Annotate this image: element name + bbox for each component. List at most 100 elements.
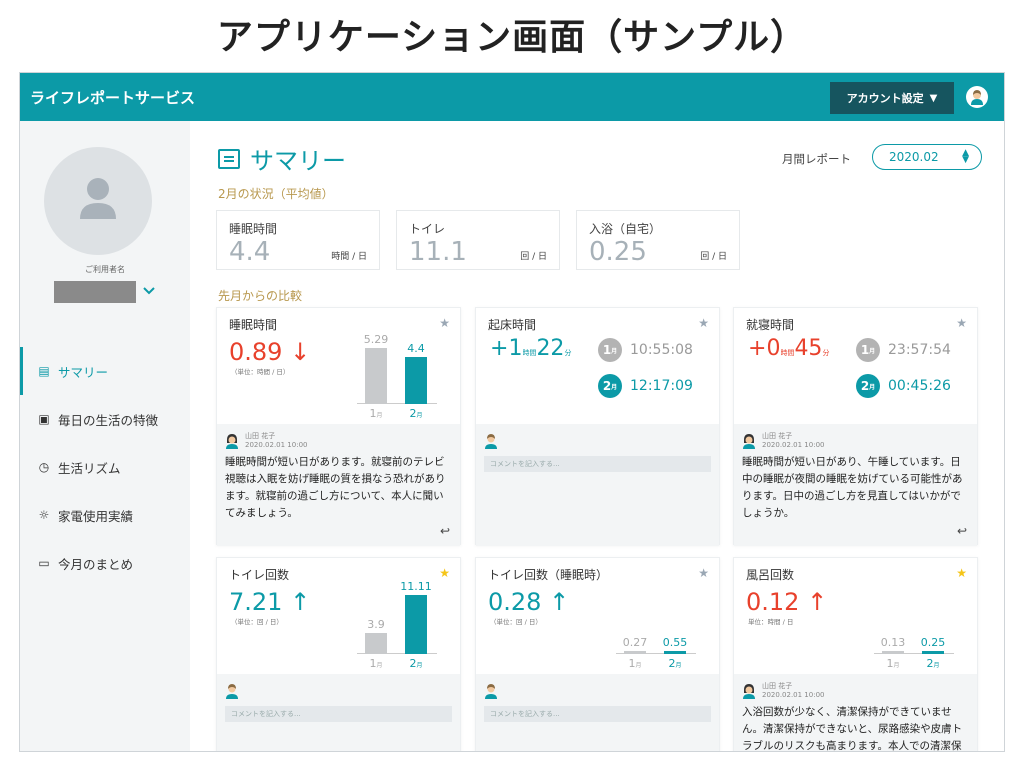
sidebar-item-4[interactable]: ▭ 今月のまとめ <box>20 539 190 587</box>
reply-icon[interactable]: ↩ <box>440 524 450 538</box>
bar-curr <box>664 651 686 654</box>
x-label-curr: 2月 <box>409 657 423 670</box>
comment-panel: コメントを記入する... <box>476 674 719 751</box>
report-month-value: 2020.02 <box>889 150 939 164</box>
monthly-report-label: 月間レポート <box>782 152 851 166</box>
diff-time: +1時間22分 <box>490 336 572 361</box>
unit-note: （単位：回 / 日） <box>490 618 542 626</box>
summary-icon <box>218 148 240 169</box>
user-avatar-icon[interactable] <box>966 86 988 108</box>
month-1-badge: 1月 <box>856 338 880 362</box>
x-label-prev: 1月 <box>886 657 900 670</box>
curr-month-time: 2月 12:17:09 <box>598 374 693 398</box>
unit-note: 単位：時間 / 日 <box>748 618 794 626</box>
arrow-down-icon: ↓ <box>290 338 311 366</box>
page-title-text: サマリー <box>250 147 346 175</box>
summary-icon: ▤ <box>38 364 50 378</box>
comment-panel: コメントを記入する... <box>217 674 460 751</box>
report-month-select[interactable]: 2020.02 ▲ ▼ <box>872 144 982 170</box>
sidebar-item-label: サマリー <box>58 364 109 380</box>
card-title: 起床時間 <box>488 318 537 332</box>
card-title: 就寝時間 <box>746 318 795 332</box>
card-title: トイレ回数（睡眠時） <box>488 568 609 582</box>
arrow-up-icon: ↑ <box>549 588 570 616</box>
stat-bath: 入浴（自宅） 0.25 回 / 日 <box>576 210 740 270</box>
star-icon[interactable]: ★ <box>956 316 967 330</box>
stat-label: トイレ <box>409 222 446 236</box>
sidebar-item-0[interactable]: ▤ サマリー <box>20 347 190 395</box>
unit-note: （単位：回 / 日） <box>231 618 283 626</box>
comment-input[interactable]: コメントを記入する... <box>484 456 711 472</box>
user-name-select[interactable] <box>54 281 136 303</box>
commenter-avatar-icon <box>226 434 238 449</box>
bar-prev-label: 5.29 <box>363 332 389 346</box>
diff-value: 0.12 ↑ <box>746 588 828 616</box>
comment-text: 入浴回数が少なく、清潔保持ができていません。清潔保持ができないと、尿路感染や皮膚… <box>742 706 963 752</box>
arrow-up-icon: ↑ <box>807 588 828 616</box>
page-heading: アプリケーション画面（サンプル） <box>216 17 808 58</box>
app-window: ライフレポートサービス アカウント設定 ▼ ご利用者名 ▤ サマリー ▣ 毎日の生活の… <box>19 72 1005 752</box>
bar-prev <box>365 633 387 654</box>
stat-sleep: 睡眠時間 4.4 時間 / 日 <box>216 210 380 270</box>
bar-curr <box>405 357 427 404</box>
updown-icon: ▲ ▼ <box>962 148 969 165</box>
x-label-prev: 1月 <box>369 407 383 420</box>
stat-label: 入浴（自宅） <box>589 222 662 236</box>
x-label-prev: 1月 <box>369 657 383 670</box>
curr-month-time: 2月 00:45:26 <box>856 374 951 398</box>
star-icon[interactable]: ★ <box>698 316 709 330</box>
sidebar-item-label: 今月のまとめ <box>58 556 134 572</box>
account-settings-button[interactable]: アカウント設定 ▼ <box>830 82 954 114</box>
status-section-label: 2月の状況（平均値） <box>218 187 334 201</box>
sidebar-item-3[interactable]: ☼ 家電使用実績 <box>20 491 190 539</box>
bar-curr-label: 11.11 <box>400 579 432 593</box>
diff-value: 0.89 ↓ <box>229 338 311 366</box>
card-toilet-night: トイレ回数（睡眠時） ★ 0.28 ↑ （単位：回 / 日） 0.27 0.55… <box>475 557 720 751</box>
stat-label: 睡眠時間 <box>229 222 278 236</box>
commenter-avatar-icon <box>743 684 755 699</box>
stat-unit: 回 / 日 <box>520 252 547 262</box>
card-sleep: 睡眠時間 ★ 0.89 ↓ （単位：時間 / 日） 5.29 4.4 1月 2月 <box>216 307 461 546</box>
card-title: 風呂回数 <box>746 568 795 582</box>
diff-value: 7.21 ↑ <box>229 588 311 616</box>
bar-prev <box>624 651 646 654</box>
comparison-chart: 3.9 11.11 1月 2月 <box>347 558 457 674</box>
app-title[interactable]: ライフレポートサービス <box>30 87 195 108</box>
prev-month-time: 1月 10:55:08 <box>598 338 693 362</box>
sidebar-item-1[interactable]: ▣ 毎日の生活の特徴 <box>20 395 190 443</box>
commenter-avatar-icon <box>743 434 755 449</box>
stat-value: 0.25 <box>589 237 647 267</box>
comment-input[interactable]: コメントを記入する... <box>484 706 711 722</box>
profile-avatar <box>44 147 152 255</box>
comment-input[interactable]: コメントを記入する... <box>225 706 452 722</box>
x-label-prev: 1月 <box>628 657 642 670</box>
comment-panel: 山田 花子 2020.02.01 10:00 睡眠時間が短い日があり、午睡していま… <box>734 424 977 546</box>
sidebar-nav: ▤ サマリー ▣ 毎日の生活の特徴 ◷ 生活リズム ☼ 家電使用実績 ▭ 今月のまとめ <box>20 347 190 587</box>
stat-unit: 回 / 日 <box>700 252 727 262</box>
diff-time: +0時間45分 <box>748 336 830 361</box>
bar-prev-label: 0.13 <box>880 636 906 649</box>
x-label-curr: 2月 <box>926 657 940 670</box>
bar-prev <box>882 651 904 654</box>
user-avatar-icon <box>226 684 238 699</box>
unit-note: （単位：時間 / 日） <box>231 368 290 376</box>
month-2-badge: 2月 <box>856 374 880 398</box>
stat-value: 11.1 <box>409 237 467 267</box>
stat-unit: 時間 / 日 <box>331 252 367 262</box>
sidebar-item-2[interactable]: ◷ 生活リズム <box>20 443 190 491</box>
calendar-icon: ▣ <box>38 412 50 426</box>
commenter-info: 山田 花子 2020.02.01 10:00 <box>762 432 825 449</box>
arrow-up-icon: ↑ <box>290 588 311 616</box>
comment-panel: 山田 花子 2020.02.01 10:00 入浴回数が少なく、清潔保持ができてい… <box>734 674 977 752</box>
x-label-curr: 2月 <box>409 407 423 420</box>
bar-curr-label: 0.25 <box>920 636 946 649</box>
month-1-badge: 1月 <box>598 338 622 362</box>
bar-curr <box>922 651 944 654</box>
chevron-down-icon[interactable] <box>143 285 155 299</box>
x-label-curr: 2月 <box>668 657 682 670</box>
clock-icon: ◷ <box>38 460 50 474</box>
comment-text: 睡眠時間が短い日があり、午睡しています。日中の睡眠が夜間の睡眠を妨げている可能性… <box>742 456 963 519</box>
month-2-badge: 2月 <box>598 374 622 398</box>
commenter-info: 山田 花子 2020.02.01 10:00 <box>762 682 825 699</box>
reply-icon[interactable]: ↩ <box>957 524 967 538</box>
